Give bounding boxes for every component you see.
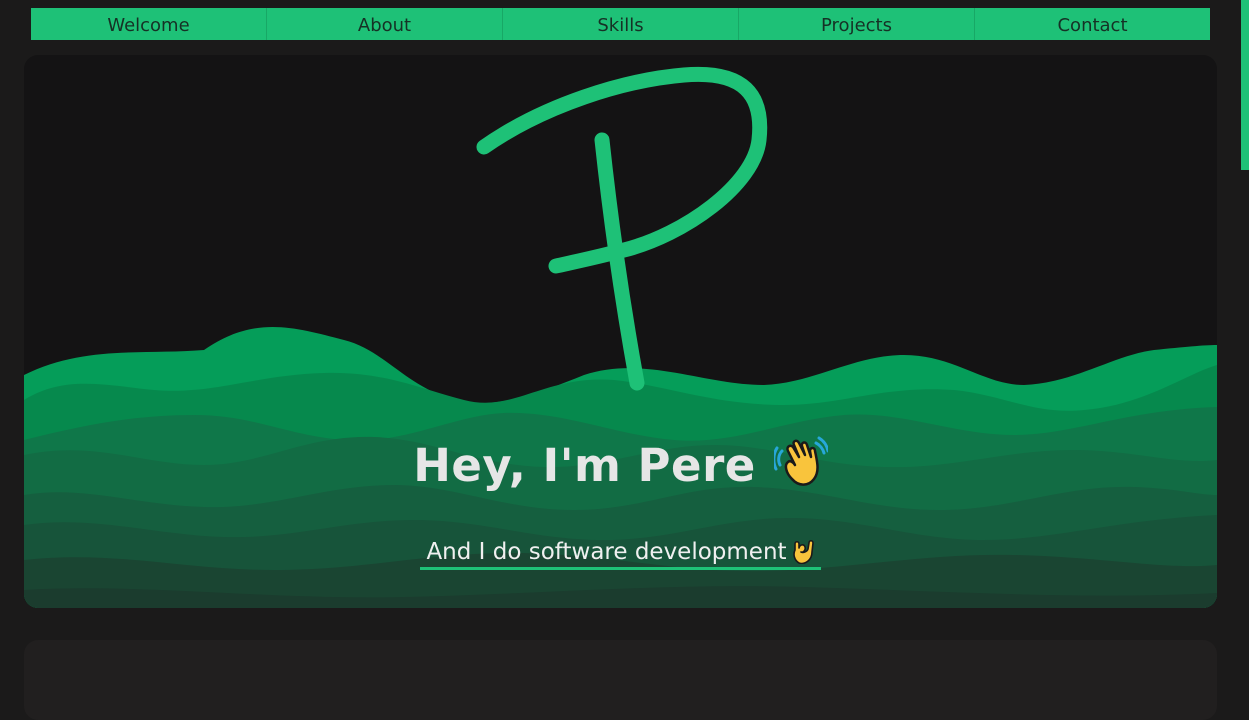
scroll-progress-indicator: [1241, 0, 1249, 170]
nav-item-contact[interactable]: Contact: [974, 8, 1210, 40]
nav-item-skills[interactable]: Skills: [502, 8, 738, 40]
next-section-card: [24, 640, 1217, 720]
hero-title-text: Hey, I'm Pere: [413, 439, 756, 492]
ok-hand-icon: [791, 538, 815, 565]
hero-title: Hey, I'm Pere: [24, 435, 1217, 492]
waving-hand-icon: [772, 435, 830, 489]
nav-item-about[interactable]: About: [266, 8, 502, 40]
hero-subtitle-wrap: And I do software development: [24, 538, 1217, 570]
hero-subtitle: And I do software development: [420, 538, 821, 570]
nav-item-welcome[interactable]: Welcome: [31, 8, 266, 40]
nav-item-projects[interactable]: Projects: [738, 8, 974, 40]
top-navigation: Welcome About Skills Projects Contact: [31, 8, 1210, 40]
handwritten-p-logo-icon: [476, 66, 768, 391]
hero-subtitle-text: And I do software development: [426, 539, 787, 565]
hero-section: Hey, I'm Pere And I do software developm…: [24, 55, 1217, 608]
